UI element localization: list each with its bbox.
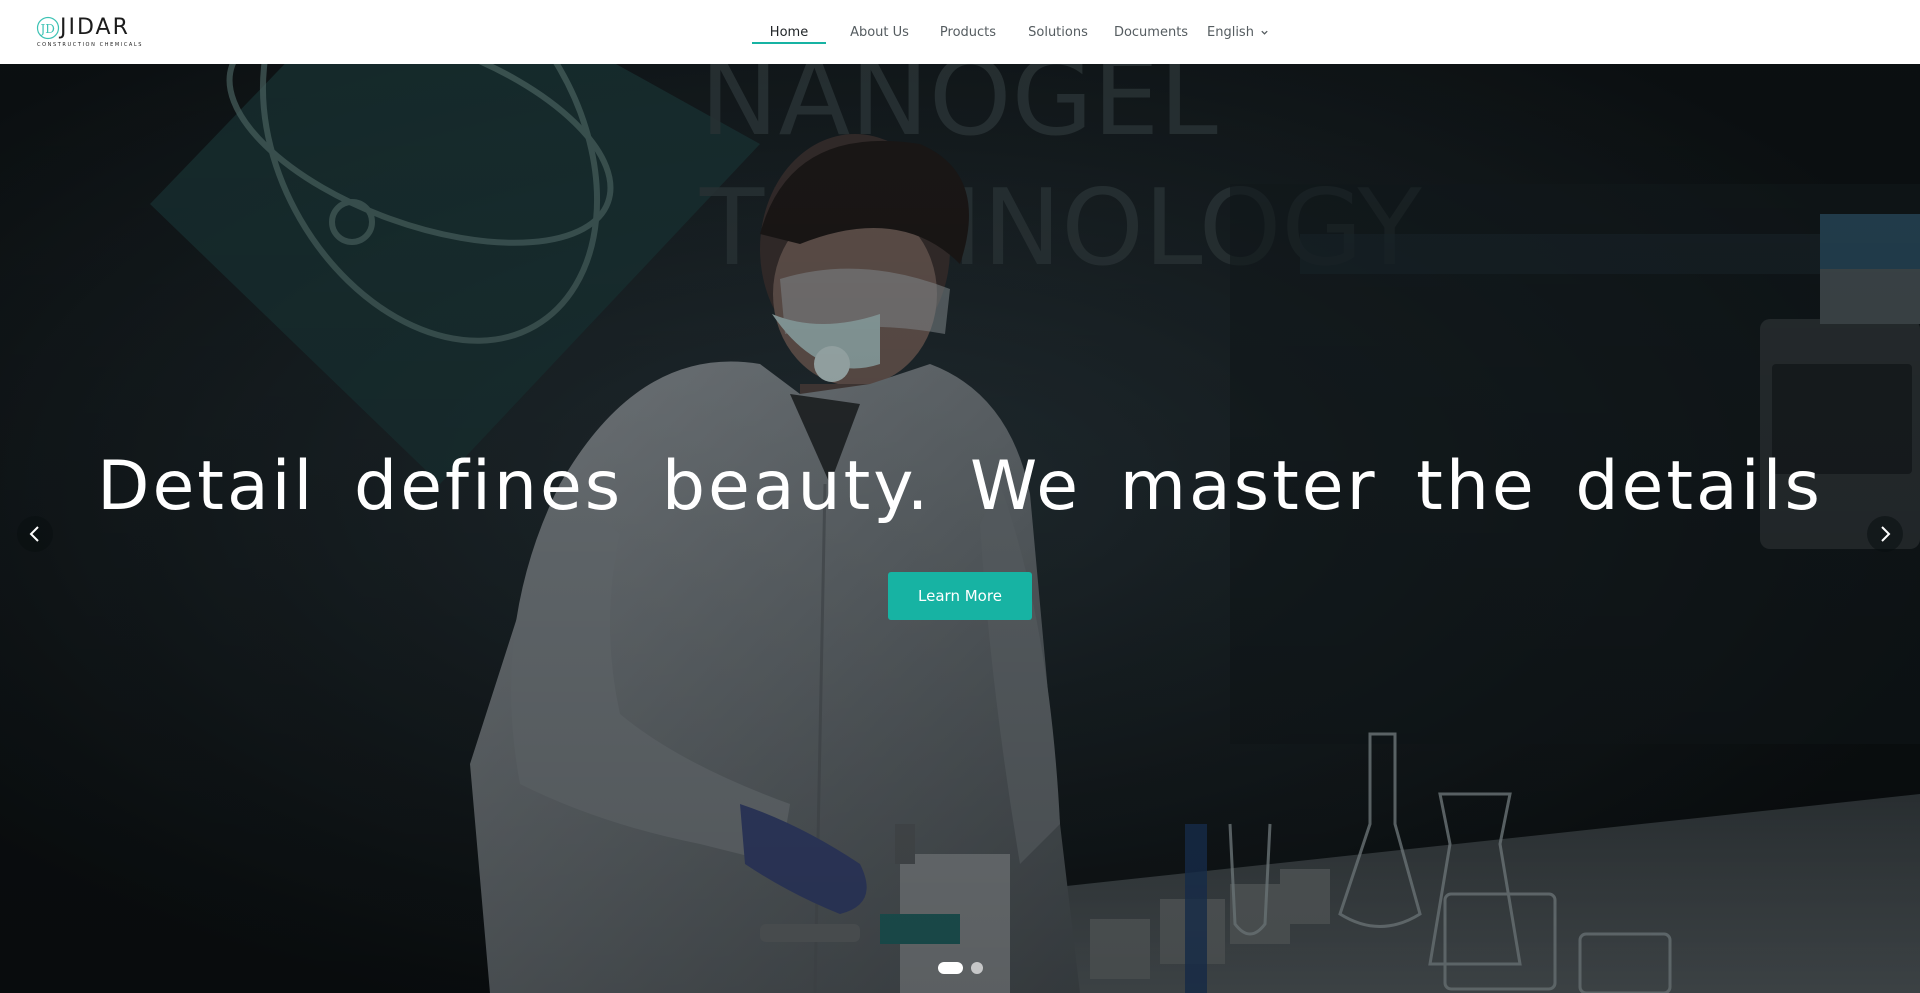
hero-slider: NANOGEL TECHNOLOGY (0, 64, 1920, 993)
language-selector[interactable]: English (1207, 0, 1269, 64)
slider-dot-2[interactable] (971, 962, 983, 974)
nav-item-home[interactable]: Home (752, 0, 826, 64)
slider-next-button[interactable] (1867, 516, 1903, 552)
learn-more-button[interactable]: Learn More (888, 572, 1032, 620)
brand-logo-mark-icon: JD (36, 16, 60, 40)
nav-item-solutions[interactable]: Solutions (1009, 0, 1107, 64)
brand-logo[interactable]: JD JIDAR CONSTRUCTION CHEMICALS (36, 16, 146, 50)
hero-headline: Detail defines beauty. We master the det… (97, 447, 1823, 526)
hero-background-image: NANOGEL TECHNOLOGY (0, 64, 1920, 993)
svg-text:JD: JD (39, 22, 55, 36)
slider-pagination (938, 962, 983, 974)
brand-tagline: CONSTRUCTION CHEMICALS (37, 42, 144, 48)
chevron-down-icon (1261, 30, 1268, 35)
language-label: English (1207, 24, 1254, 40)
slider-dot-1[interactable] (938, 962, 963, 974)
nav-item-documents[interactable]: Documents (1111, 0, 1191, 64)
nav-item-about-us[interactable]: About Us (832, 0, 927, 64)
chevron-left-icon (29, 526, 39, 542)
chevron-right-icon (1881, 526, 1891, 542)
nav-item-products[interactable]: Products (927, 0, 1009, 64)
main-navigation: Home About Us Products Solutions Documen… (752, 0, 1269, 64)
brand-name: JIDAR (60, 15, 130, 40)
slider-prev-button[interactable] (17, 516, 53, 552)
site-header: JD JIDAR CONSTRUCTION CHEMICALS Home Abo… (0, 0, 1920, 64)
